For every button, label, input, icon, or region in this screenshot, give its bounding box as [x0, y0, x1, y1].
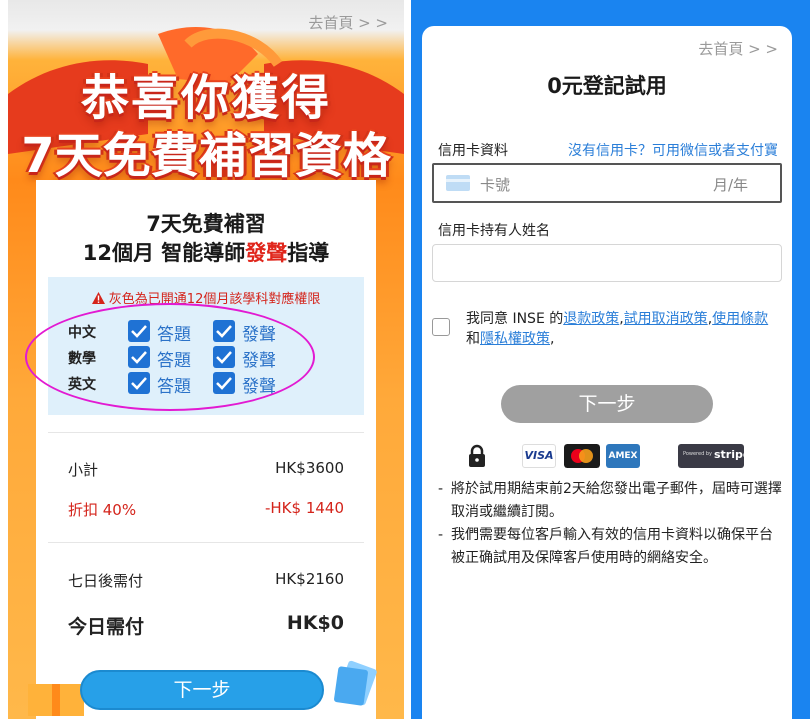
agree-checkbox[interactable]	[432, 318, 450, 336]
offer-subtitle-suffix: 指導	[287, 241, 330, 265]
hero-title-line2: 7天免費補習資格	[21, 128, 391, 184]
credit-card-input[interactable]: 卡號 月/年	[432, 163, 782, 203]
amex-icon: AMEX	[606, 444, 640, 468]
discount-label: 折扣 40%	[68, 501, 137, 519]
today-value: HK$0	[286, 612, 344, 634]
offer-card: 7天免費補習 12個月 智能導師發聲指導 灰色為已開通12個月該學科對應權限 中…	[36, 180, 376, 719]
note-item: 將於試用期結束前2天給您發出電子郵件，屆時可選擇取消或繼續訂閱。	[438, 478, 784, 524]
warning-icon	[91, 292, 105, 304]
note-item: 我們需要每位客戶輸入有效的信用卡資料以确保平台被正确試用及保障客戶使用時的網絡安…	[438, 524, 784, 570]
divider	[48, 432, 364, 433]
annotation-circle	[25, 303, 315, 411]
agreement-text: 我同意 INSE 的退款政策,試用取消政策,使用條款和隱私權政策,	[466, 309, 780, 349]
agree-prefix: 我同意 INSE 的	[466, 311, 564, 327]
card-expiry-placeholder: 月/年	[712, 176, 748, 194]
next-step-button[interactable]: 下一步	[501, 385, 713, 423]
visa-icon: VISA	[522, 444, 556, 468]
next-step-button[interactable]: 下一步	[80, 670, 324, 710]
notes-list: 將於試用期結束前2天給您發出電子郵件，屆時可選擇取消或繼續訂閱。 我們需要每位客…	[438, 478, 784, 570]
credit-card-label: 信用卡資料	[438, 143, 508, 159]
privacy-policy-link[interactable]: 隱私權政策	[480, 331, 550, 347]
offer-title: 7天免費補習	[146, 212, 266, 236]
signup-card: 去首頁 > > 0元登記試用 信用卡資料 沒有信用卡？可用微信或者支付寶 卡號 …	[422, 26, 792, 719]
stripe-powered-text: Powered by	[683, 451, 712, 457]
separator: ,	[550, 331, 555, 347]
visa-text: VISA	[524, 449, 554, 462]
trial-cancel-policy-link[interactable]: 試用取消政策	[624, 311, 708, 327]
offer-subtitle-prefix: 12個月 智能導師	[82, 241, 246, 265]
offer-subtitle: 12個月 智能導師發聲指導	[36, 237, 376, 267]
after-trial-label: 七日後需付	[68, 572, 144, 590]
stripe-text: stripe	[714, 448, 751, 461]
home-link[interactable]: 去首頁 > >	[698, 38, 778, 59]
card-icon	[446, 175, 470, 191]
stripe-badge: Powered by stripe	[678, 444, 750, 468]
subtotal-value: HK$3600	[275, 459, 344, 477]
offer-subtitle-highlight: 發聲	[245, 241, 288, 265]
cardholder-name-input[interactable]	[432, 244, 782, 282]
amex-text: AMEX	[608, 451, 638, 461]
and-text: 和	[466, 331, 480, 347]
alternative-payment-link[interactable]: 沒有信用卡？可用微信或者支付寶	[568, 140, 778, 160]
today-label: 今日需付	[68, 616, 145, 638]
after-trial-value: HK$2160	[275, 570, 344, 588]
payment-methods: VISA AMEX Powered by stripe	[422, 444, 792, 470]
cardholder-name-label: 信用卡持有人姓名	[438, 223, 550, 239]
card-number-placeholder: 卡號	[480, 176, 511, 194]
page-title: 0元登記試用	[547, 74, 667, 98]
subtotal-label: 小計	[68, 461, 99, 479]
divider	[48, 542, 364, 543]
mastercard-icon	[564, 444, 600, 468]
tickets-decoration	[334, 660, 377, 706]
refund-policy-link[interactable]: 退款政策	[563, 311, 619, 327]
discount-value: -HK$ 1440	[264, 499, 344, 517]
terms-link[interactable]: 使用條款	[712, 311, 768, 327]
lock-icon	[469, 444, 485, 467]
